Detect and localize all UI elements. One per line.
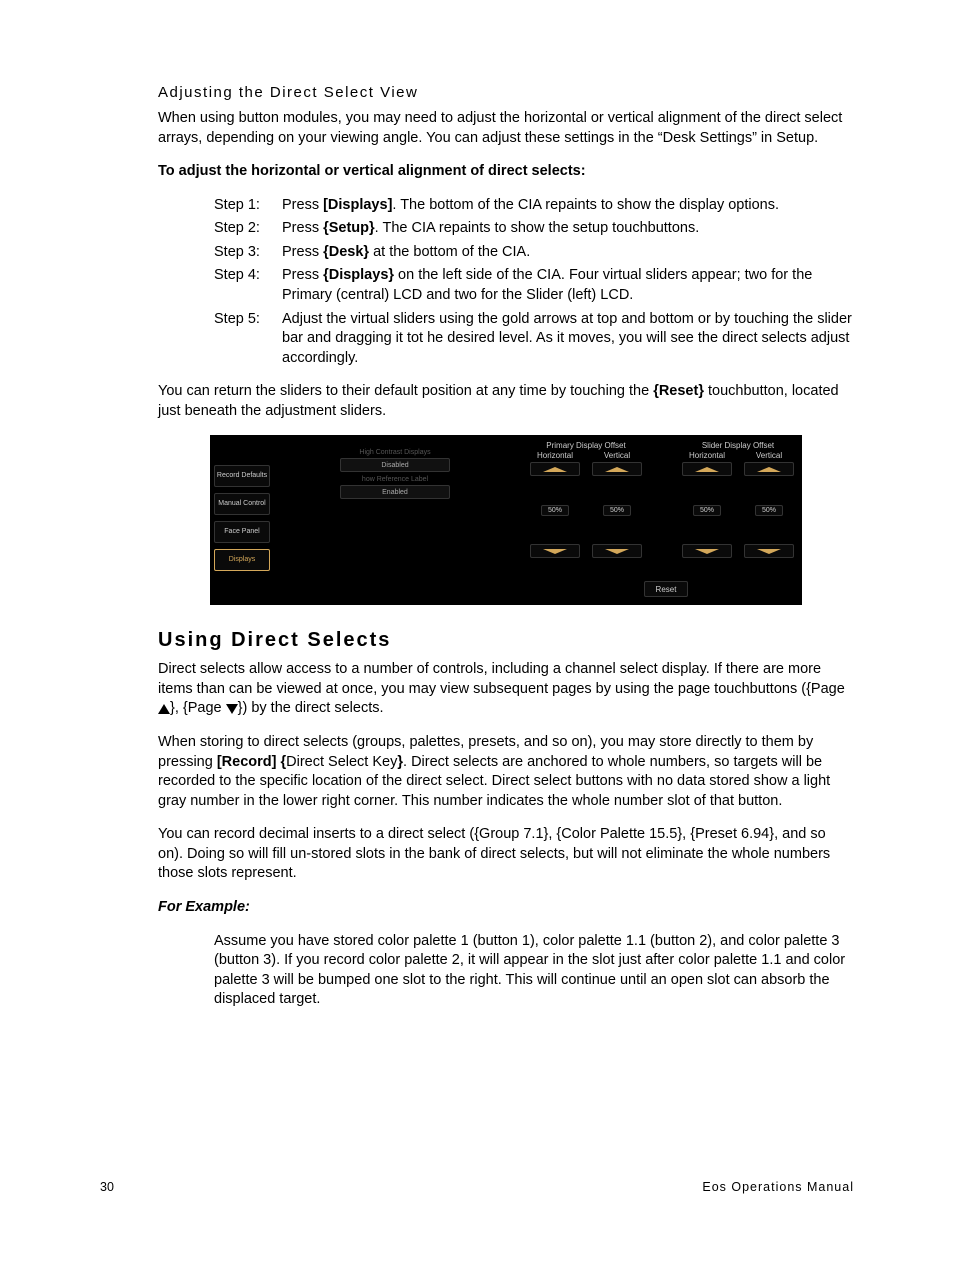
steps-list: Step 1: Press [Displays]. The bottom of …: [214, 196, 854, 369]
primary-vertical-slider[interactable]: Vertical 50%: [592, 451, 642, 558]
record-defaults-button[interactable]: Record Defaults: [214, 465, 270, 487]
slider-value: 50%: [603, 505, 631, 516]
step-text: Press {Setup}. The CIA repaints to show …: [282, 219, 854, 239]
slider-offset-title: Slider Display Offset: [682, 441, 794, 450]
section-heading-adjusting: Adjusting the Direct Select View: [158, 84, 854, 101]
step-2: Step 2: Press {Setup}. The CIA repaints …: [214, 219, 854, 239]
displays-button[interactable]: Displays: [214, 549, 270, 571]
arrow-down-icon[interactable]: [530, 544, 580, 558]
ds-paragraph-1: Direct selects allow access to a number …: [158, 660, 854, 719]
triangle-up-icon: [158, 704, 170, 714]
high-contrast-label: High Contrast Displays: [340, 449, 450, 456]
high-contrast-toggle[interactable]: Disabled: [340, 458, 450, 472]
cia-displays-figure: Record Defaults Manual Control Face Pane…: [210, 435, 802, 605]
axis-label: Vertical: [592, 451, 642, 460]
step-4: Step 4: Press {Displays} on the left sid…: [214, 266, 854, 305]
axis-label: Vertical: [744, 451, 794, 460]
step-3: Step 3: Press {Desk} at the bottom of th…: [214, 243, 854, 263]
slider-vertical-slider[interactable]: Vertical 50%: [744, 451, 794, 558]
ds-paragraph-3: You can record decimal inserts to a dire…: [158, 825, 854, 884]
ds-paragraph-2: When storing to direct selects (groups, …: [158, 733, 854, 811]
step-5: Step 5: Adjust the virtual sliders using…: [214, 310, 854, 369]
manual-control-button[interactable]: Manual Control: [214, 493, 270, 515]
step-label: Step 5:: [214, 310, 282, 369]
ref-label-label: how Reference Label: [340, 476, 450, 483]
slider-horizontal-slider[interactable]: Horizontal 50%: [682, 451, 732, 558]
primary-offset-group: Primary Display Offset Horizontal 50% Ve…: [530, 441, 642, 558]
primary-horizontal-slider[interactable]: Horizontal 50%: [530, 451, 580, 558]
primary-offset-title: Primary Display Offset: [530, 441, 642, 450]
slider-value: 50%: [755, 505, 783, 516]
step-label: Step 4:: [214, 266, 282, 305]
step-1: Step 1: Press [Displays]. The bottom of …: [214, 196, 854, 216]
step-label: Step 2:: [214, 219, 282, 239]
slider-value: 50%: [541, 505, 569, 516]
step-text: Press [Displays]. The bottom of the CIA …: [282, 196, 854, 216]
example-heading: For Example:: [158, 898, 854, 918]
arrow-down-icon[interactable]: [744, 544, 794, 558]
arrow-up-icon[interactable]: [530, 462, 580, 476]
step-text: Adjust the virtual sliders using the gol…: [282, 310, 854, 369]
section-heading-using: Using Direct Selects: [158, 629, 854, 652]
page-footer: 30 Eos Operations Manual: [100, 1180, 854, 1194]
ref-label-toggle[interactable]: Enabled: [340, 485, 450, 499]
slider-value: 50%: [693, 505, 721, 516]
axis-label: Horizontal: [682, 451, 732, 460]
manual-title: Eos Operations Manual: [702, 1180, 854, 1194]
axis-label: Horizontal: [530, 451, 580, 460]
arrow-up-icon[interactable]: [682, 462, 732, 476]
arrow-up-icon[interactable]: [592, 462, 642, 476]
page-number: 30: [100, 1180, 114, 1194]
arrow-up-icon[interactable]: [744, 462, 794, 476]
slider-offset-group: Slider Display Offset Horizontal 50% Ver…: [682, 441, 794, 558]
intro-paragraph: When using button modules, you may need …: [158, 109, 854, 148]
step-label: Step 3:: [214, 243, 282, 263]
step-label: Step 1:: [214, 196, 282, 216]
outro-paragraph: You can return the sliders to their defa…: [158, 382, 854, 421]
triangle-down-icon: [226, 704, 238, 714]
step-text: Press {Displays} on the left side of the…: [282, 266, 854, 305]
reset-button[interactable]: Reset: [644, 581, 688, 597]
procedure-heading: To adjust the horizontal or vertical ali…: [158, 162, 854, 182]
arrow-down-icon[interactable]: [682, 544, 732, 558]
face-panel-button[interactable]: Face Panel: [214, 521, 270, 543]
arrow-down-icon[interactable]: [592, 544, 642, 558]
example-body: Assume you have stored color palette 1 (…: [214, 932, 854, 1010]
step-text: Press {Desk} at the bottom of the CIA.: [282, 243, 854, 263]
